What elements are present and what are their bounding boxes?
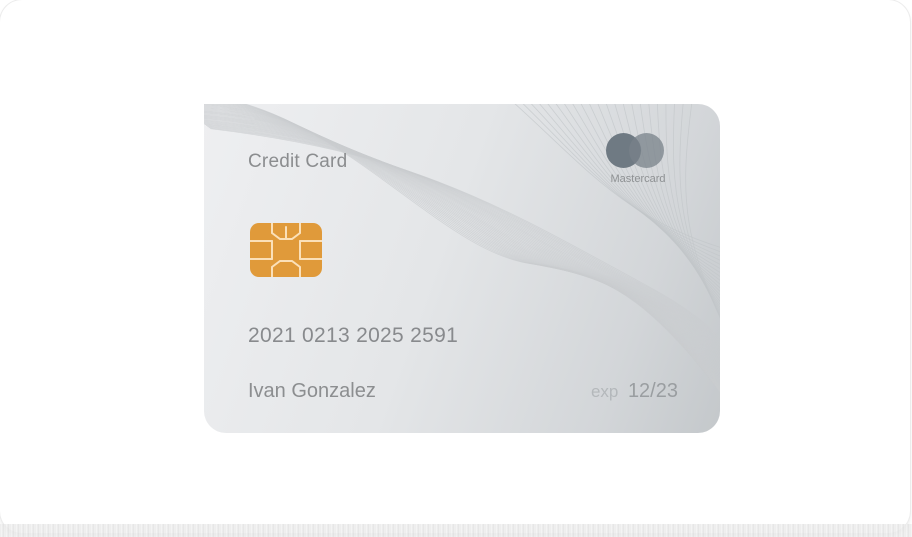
brand-name: Mastercard xyxy=(610,173,666,185)
mastercard-logo-icon: Mastercard xyxy=(602,133,672,189)
card-number: 2021 0213 2025 2591 xyxy=(248,324,459,347)
expiry-value: 12/23 xyxy=(627,380,678,402)
expiry-label: exp xyxy=(590,382,619,401)
card-title: Credit Card xyxy=(248,151,348,172)
chip-icon xyxy=(250,223,322,277)
cardholder-name: Ivan Gonzalez xyxy=(248,380,376,402)
bottom-edge xyxy=(0,524,912,537)
expiry-date: exp 12/23 xyxy=(591,380,678,403)
card-preview-frame: Credit Card Mastercard 2021 0213 2025 25… xyxy=(0,0,910,533)
credit-card: Credit Card Mastercard 2021 0213 2025 25… xyxy=(204,104,720,433)
